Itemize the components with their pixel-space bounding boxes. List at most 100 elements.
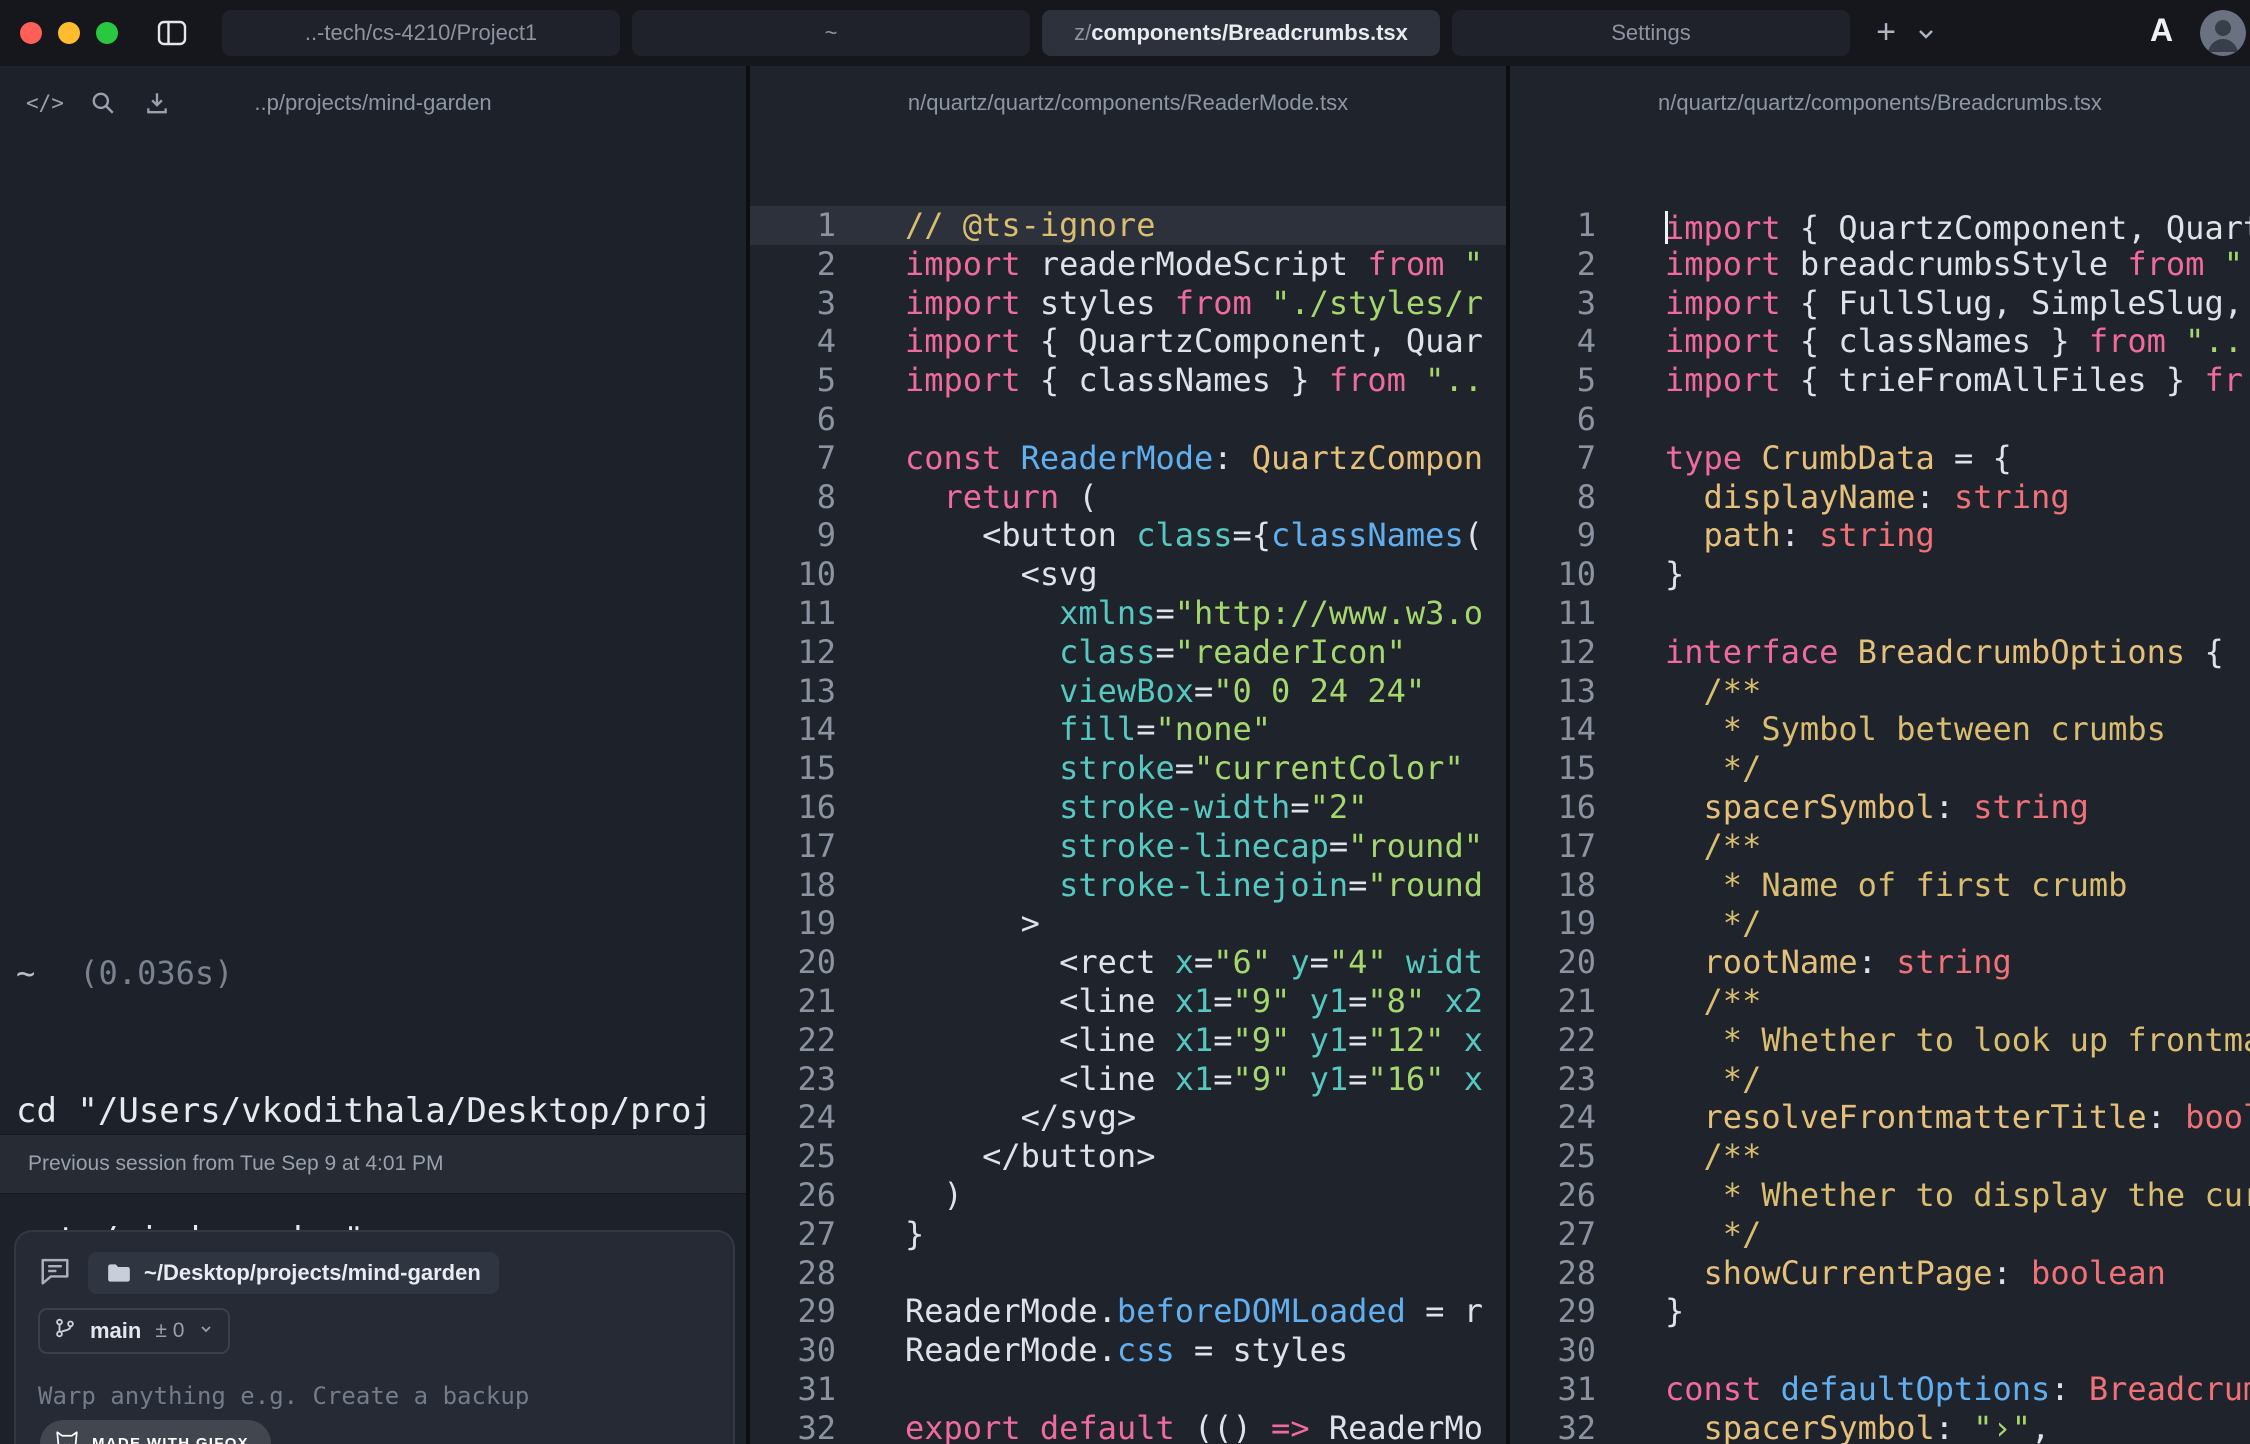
line-number: 11: [750, 594, 836, 633]
tab-label: components/Breadcrumbs.tsx: [1091, 20, 1408, 46]
code-line[interactable]: 24 resolveFrontmatterTitle: boolean: [1510, 1098, 2250, 1137]
gifox-watermark-label: MADE WITH GIFOX: [92, 1435, 249, 1444]
code-editor[interactable]: 1import { QuartzComponent, Quart2import …: [1510, 206, 2250, 1444]
code-line[interactable]: 30: [1510, 1331, 2250, 1370]
code-line[interactable]: 8 displayName: string: [1510, 478, 2250, 517]
working-directory-label: ~/Desktop/projects/mind-garden: [144, 1260, 481, 1286]
code-line[interactable]: 12interface BreadcrumbOptions {: [1510, 633, 2250, 672]
code-line[interactable]: 21 /**: [1510, 982, 2250, 1021]
sidebar-toggle-icon[interactable]: [154, 16, 190, 50]
code-line[interactable]: 20 <rect x="6" y="4" widt: [750, 943, 1506, 982]
code-line[interactable]: 25 /**: [1510, 1137, 2250, 1176]
code-line[interactable]: 9 <button class={classNames(: [750, 516, 1506, 555]
code-line[interactable]: 2import breadcrumbsStyle from ": [1510, 245, 2250, 284]
code-line[interactable]: 32 spacerSymbol: "›",: [1510, 1409, 2250, 1444]
code-line[interactable]: 10 <svg: [750, 555, 1506, 594]
code-line[interactable]: 29}: [1510, 1292, 2250, 1331]
code-line[interactable]: 9 path: string: [1510, 516, 2250, 555]
minimize-window-button[interactable]: [58, 22, 80, 44]
code-line[interactable]: 14 * Symbol between crumbs: [1510, 710, 2250, 749]
code-line[interactable]: 32export default (() => ReaderMo: [750, 1409, 1506, 1444]
code-line[interactable]: 15 stroke="currentColor": [750, 749, 1506, 788]
line-number: 3: [750, 284, 836, 323]
code-line[interactable]: 11 xmlns="http://www.w3.o: [750, 594, 1506, 633]
code-line[interactable]: 8 return (: [750, 478, 1506, 517]
code-line[interactable]: 5import { classNames } from "..: [750, 361, 1506, 400]
code-line[interactable]: 16 spacerSymbol: string: [1510, 788, 2250, 827]
code-line[interactable]: 28: [750, 1254, 1506, 1293]
chat-bubble-icon[interactable]: [38, 1256, 72, 1291]
code-line[interactable]: 2import readerModeScript from ": [750, 245, 1506, 284]
code-line[interactable]: 24 </svg>: [750, 1098, 1506, 1137]
new-tab-button[interactable]: +: [1866, 8, 1906, 56]
code-line[interactable]: 4import { classNames } from "..: [1510, 322, 2250, 361]
code-line[interactable]: 30ReaderMode.css = styles: [750, 1331, 1506, 1370]
code-line[interactable]: 18 * Name of first crumb: [1510, 866, 2250, 905]
line-number: 27: [750, 1215, 836, 1254]
code-line[interactable]: 21 <line x1="9" y1="8" x2: [750, 982, 1506, 1021]
code-line[interactable]: 27 */: [1510, 1215, 2250, 1254]
tab-bar: ..-tech/cs-4210/Project1 ~ z/components/…: [222, 10, 1850, 56]
code-line[interactable]: 6: [1510, 400, 2250, 439]
close-window-button[interactable]: [20, 22, 42, 44]
code-line[interactable]: 17 stroke-linecap="round": [750, 827, 1506, 866]
code-line[interactable]: 26 * Whether to display the current: [1510, 1176, 2250, 1215]
code-editor[interactable]: 1// @ts-ignore2import readerModeScript f…: [750, 206, 1506, 1444]
terminal-command-input[interactable]: [38, 1382, 711, 1410]
code-line[interactable]: 31: [750, 1370, 1506, 1409]
code-line[interactable]: 13 viewBox="0 0 24 24": [750, 672, 1506, 711]
code-line[interactable]: 23 */: [1510, 1060, 2250, 1099]
search-icon[interactable]: [88, 88, 118, 118]
code-line[interactable]: 18 stroke-linejoin="round: [750, 866, 1506, 905]
line-number: 4: [1510, 322, 1596, 361]
code-line[interactable]: 6: [750, 400, 1506, 439]
code-line[interactable]: 20 rootName: string: [1510, 943, 2250, 982]
code-line[interactable]: 12 class="readerIcon": [750, 633, 1506, 672]
code-line[interactable]: 22 * Whether to look up frontmatter: [1510, 1021, 2250, 1060]
code-line[interactable]: 17 /**: [1510, 827, 2250, 866]
code-line[interactable]: 27}: [750, 1215, 1506, 1254]
line-number: 30: [1510, 1331, 1596, 1370]
code-line[interactable]: 1// @ts-ignore: [750, 206, 1506, 245]
code-line[interactable]: 14 fill="none": [750, 710, 1506, 749]
git-status-pill[interactable]: main ± 0: [38, 1308, 230, 1354]
code-line[interactable]: 1import { QuartzComponent, Quart: [1510, 206, 2250, 245]
code-line[interactable]: 19 >: [750, 904, 1506, 943]
code-line[interactable]: 23 <line x1="9" y1="16" x: [750, 1060, 1506, 1099]
code-line[interactable]: 31const defaultOptions: Breadcrumb: [1510, 1370, 2250, 1409]
maximize-window-button[interactable]: [96, 22, 118, 44]
code-line[interactable]: 19 */: [1510, 904, 2250, 943]
tab-settings[interactable]: Settings: [1452, 10, 1850, 56]
code-line[interactable]: 25 </button>: [750, 1137, 1506, 1176]
code-line[interactable]: 3import styles from "./styles/r: [750, 284, 1506, 323]
code-line[interactable]: 10}: [1510, 555, 2250, 594]
tab-home[interactable]: ~: [632, 10, 1030, 56]
avatar[interactable]: [2200, 10, 2246, 56]
chevron-down-icon[interactable]: [198, 1319, 214, 1343]
line-number: 17: [1510, 827, 1596, 866]
code-line[interactable]: 13 /**: [1510, 672, 2250, 711]
code-line[interactable]: 5import { trieFromAllFiles } fr: [1510, 361, 2250, 400]
code-line[interactable]: 28 showCurrentPage: boolean: [1510, 1254, 2250, 1293]
editor-file-path: n/quartz/quartz/components/Breadcrumbs.t…: [1658, 90, 2102, 116]
line-number: 7: [750, 439, 836, 478]
code-line[interactable]: 4import { QuartzComponent, Quar: [750, 322, 1506, 361]
terminal-input-card[interactable]: ~/Desktop/projects/mind-garden main ± 0: [14, 1230, 735, 1444]
code-line[interactable]: 7const ReaderMode: QuartzCompon: [750, 439, 1506, 478]
tab-breadcrumbs[interactable]: z/components/Breadcrumbs.tsx: [1042, 10, 1440, 56]
code-line[interactable]: 29ReaderMode.beforeDOMLoaded = r: [750, 1292, 1506, 1331]
code-line[interactable]: 16 stroke-width="2": [750, 788, 1506, 827]
code-line[interactable]: 11: [1510, 594, 2250, 633]
tab-project1[interactable]: ..-tech/cs-4210/Project1: [222, 10, 620, 56]
code-line[interactable]: 3import { FullSlug, SimpleSlug,: [1510, 284, 2250, 323]
code-line[interactable]: 22 <line x1="9" y1="12" x: [750, 1021, 1506, 1060]
line-number: 20: [750, 943, 836, 982]
code-line[interactable]: 7type CrumbData = {: [1510, 439, 2250, 478]
terminal-pane-header: </> ..p/projects/mind-garden: [0, 66, 746, 140]
code-view-icon[interactable]: </>: [26, 88, 64, 118]
code-line[interactable]: 26 ): [750, 1176, 1506, 1215]
code-line[interactable]: 15 */: [1510, 749, 2250, 788]
working-directory-chip[interactable]: ~/Desktop/projects/mind-garden: [88, 1252, 499, 1294]
tab-list-chevron-icon[interactable]: [1914, 22, 1938, 51]
download-icon[interactable]: [142, 88, 172, 118]
